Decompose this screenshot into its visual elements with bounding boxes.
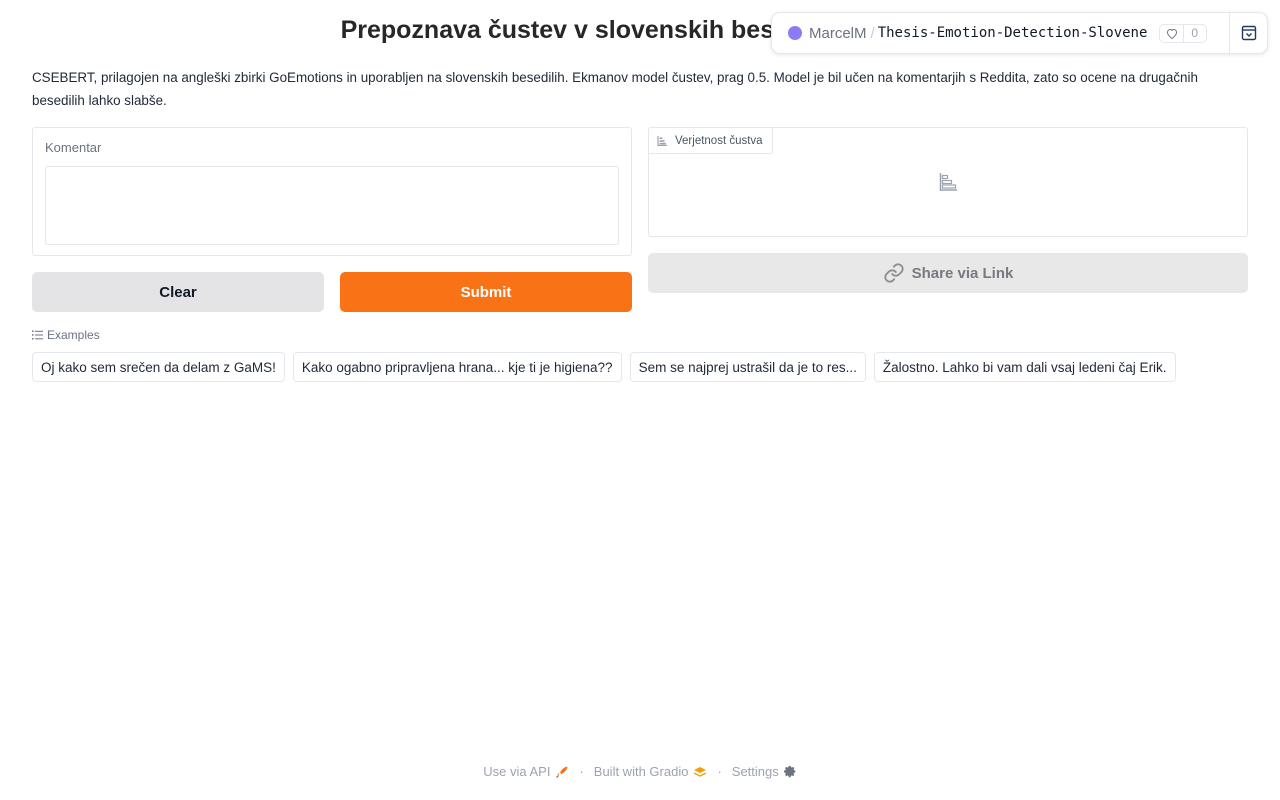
clear-button[interactable]: Clear xyxy=(32,272,324,312)
collapse-icon xyxy=(1241,25,1256,41)
list-icon xyxy=(32,330,43,340)
footer-separator: · xyxy=(717,764,722,779)
use-via-api-link[interactable]: Use via API xyxy=(483,764,569,779)
rocket-icon xyxy=(556,766,568,778)
emotion-output-block: Verjetnost čustva xyxy=(648,127,1248,237)
comment-textarea[interactable] xyxy=(45,166,619,245)
like-button[interactable]: 0 xyxy=(1159,23,1208,43)
space-owner[interactable]: MarcelM xyxy=(809,25,867,42)
comment-input-block: Komentar xyxy=(32,127,632,256)
example-item[interactable]: Sem se najprej ustrašil da je to res... xyxy=(629,352,866,382)
heart-icon xyxy=(1160,24,1185,42)
output-label: Verjetnost čustva xyxy=(675,134,763,147)
examples-label: Examples xyxy=(47,328,100,342)
gradio-logo-icon xyxy=(694,766,707,777)
embed-toggle-button[interactable] xyxy=(1229,13,1267,53)
app-description: CSEBERT, prilagojen na angleški zbirki G… xyxy=(32,70,1198,108)
space-separator: / xyxy=(870,24,875,42)
comment-label: Komentar xyxy=(45,140,102,155)
settings-label: Settings xyxy=(731,764,779,779)
settings-link[interactable]: Settings xyxy=(732,764,797,779)
space-header: MarcelM / Thesis-Emotion-Detection-Slove… xyxy=(771,12,1268,54)
share-label: Share via Link xyxy=(911,264,1014,282)
examples-list: Oj kako sem srečen da delam z GaMS! Kako… xyxy=(32,352,1184,382)
avatar xyxy=(788,26,802,40)
like-count: 0 xyxy=(1191,26,1199,40)
space-link[interactable]: MarcelM / Thesis-Emotion-Detection-Slove… xyxy=(772,13,1217,53)
example-item[interactable]: Žalostno. Lahko bi vam dali vsaj ledeni … xyxy=(873,352,1176,382)
use-via-api-label: Use via API xyxy=(483,764,551,779)
empty-chart-icon xyxy=(939,173,957,191)
example-item[interactable]: Kako ogabno pripravljena hrana... kje ti… xyxy=(292,352,622,382)
example-item[interactable]: Oj kako sem srečen da delam z GaMS! xyxy=(32,352,285,382)
space-repo-name[interactable]: Thesis-Emotion-Detection-Slovene xyxy=(878,25,1148,41)
submit-button[interactable]: Submit xyxy=(340,272,632,312)
footer-separator: · xyxy=(579,764,584,779)
built-with-gradio-link[interactable]: Built with Gradio xyxy=(594,764,708,779)
share-via-link-button[interactable]: Share via Link xyxy=(648,253,1248,293)
examples-header: Examples xyxy=(32,328,100,342)
gear-icon xyxy=(783,765,796,778)
bar-chart-icon xyxy=(657,135,667,146)
footer: Use via API · Built with Gradio · Settin… xyxy=(0,764,1280,779)
output-label-tab: Verjetnost čustva xyxy=(648,127,773,154)
built-with-gradio-label: Built with Gradio xyxy=(593,764,689,779)
link-icon xyxy=(884,263,904,283)
